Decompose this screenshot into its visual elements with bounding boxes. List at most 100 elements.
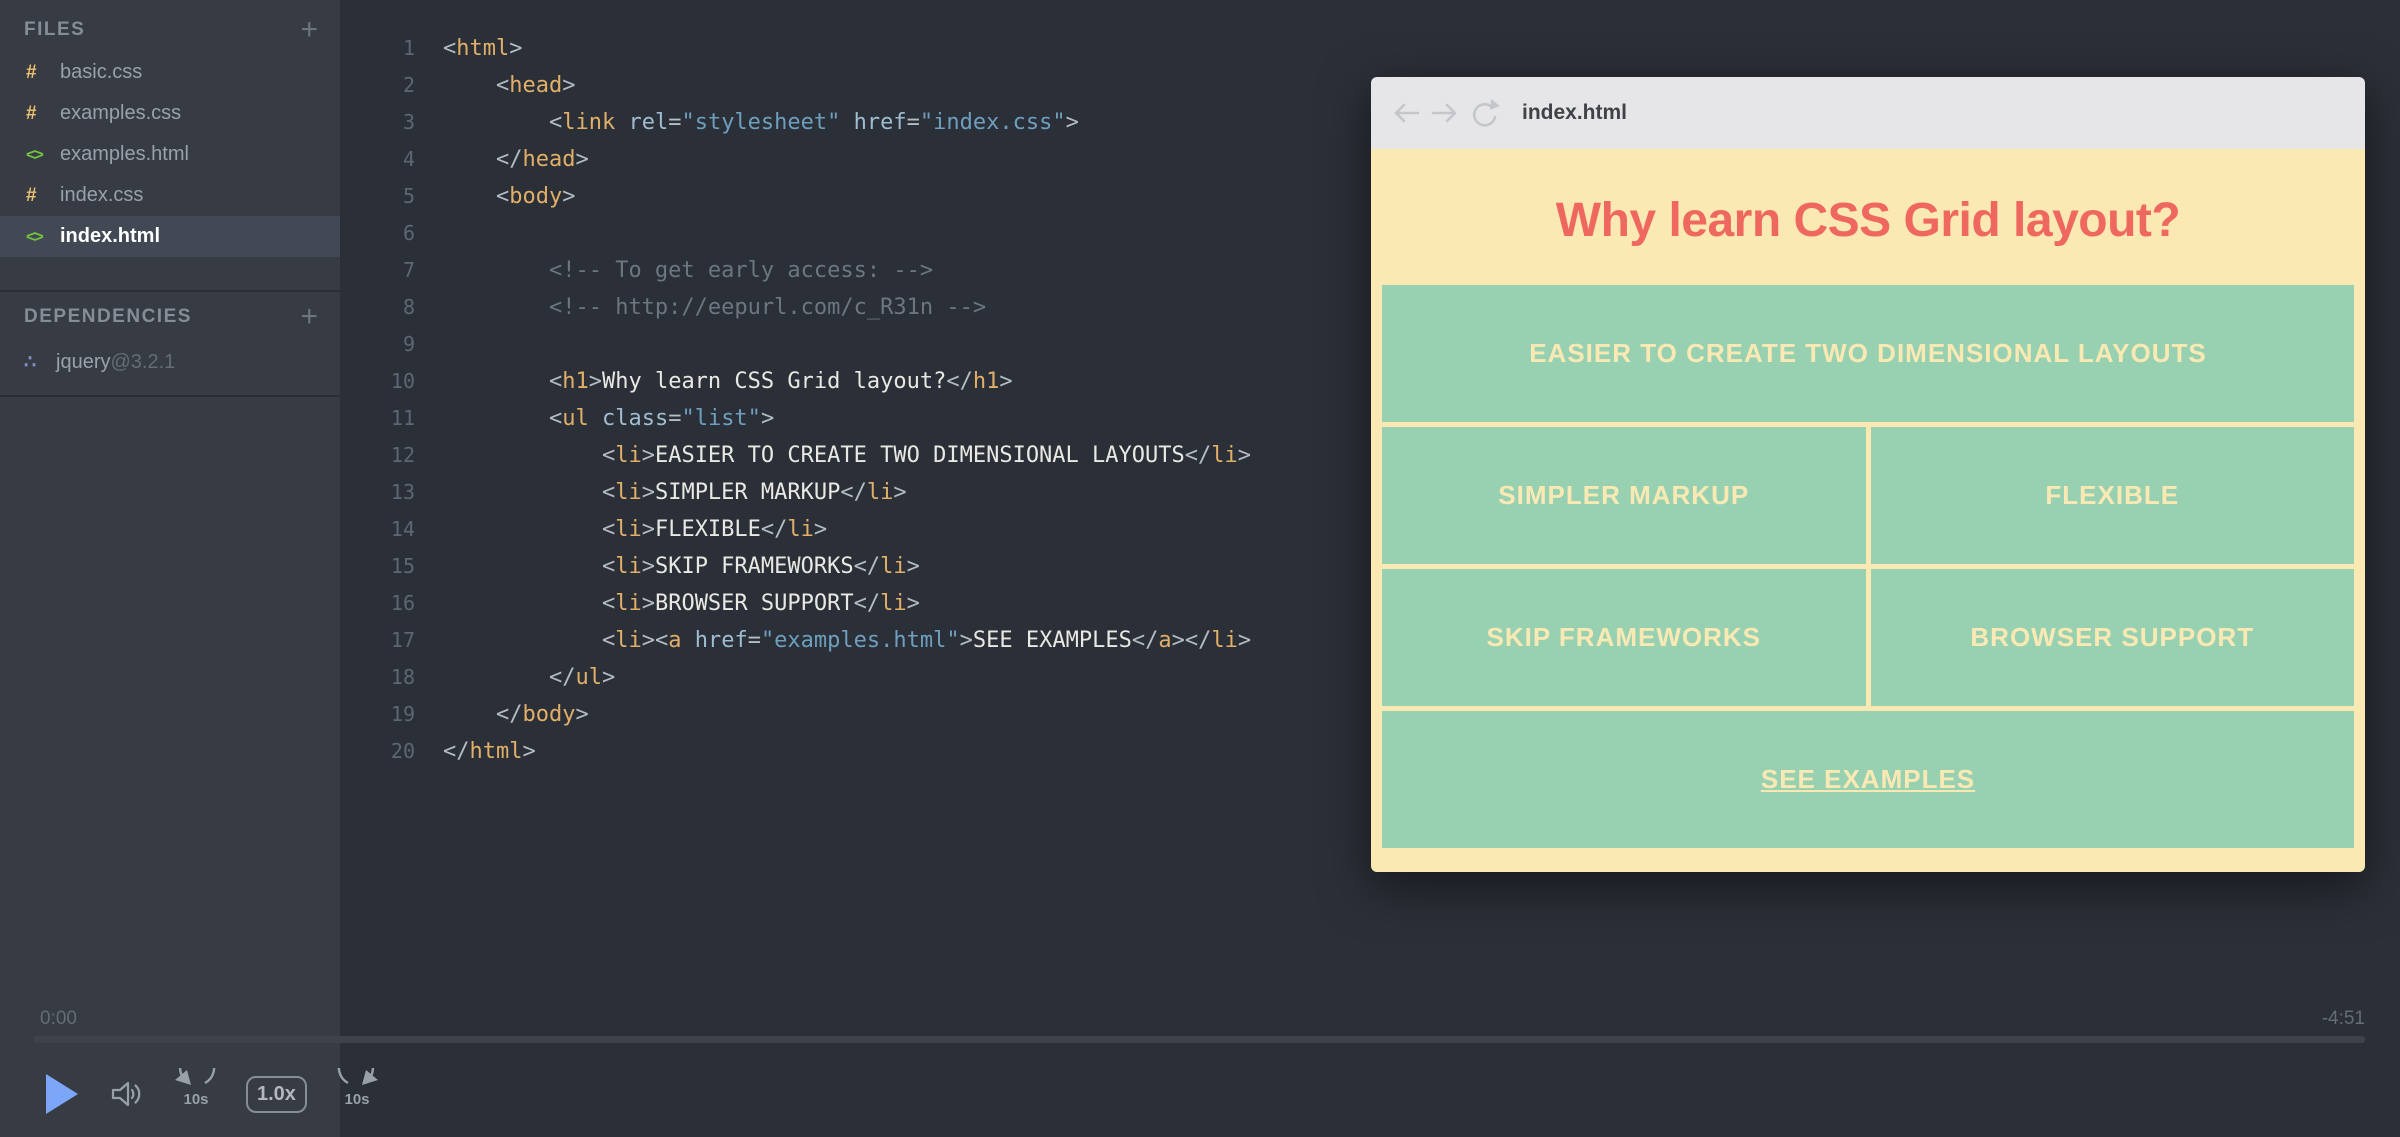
dependency-list: ∴jquery@3.2.1	[0, 342, 340, 383]
code-token: link	[562, 110, 615, 135]
file-list: #basic.css#examples.css<>examples.html#i…	[0, 52, 340, 257]
browser-preview-window: index.html Why learn CSS Grid layout? EA…	[1371, 77, 2365, 872]
code-token: =	[668, 110, 681, 135]
code-token: EASIER TO CREATE TWO DIMENSIONAL LAYOUTS	[655, 443, 1185, 468]
add-file-button[interactable]: +	[300, 15, 318, 45]
code-token: >	[589, 369, 602, 394]
scrimba-screencast-app: FILES + #basic.css#examples.css<>example…	[0, 0, 2400, 1137]
code-token: a	[668, 628, 681, 653]
code-token: </	[1185, 443, 1212, 468]
sidebar-file-basic.css[interactable]: #basic.css	[0, 52, 340, 93]
code-token: rel	[628, 110, 668, 135]
code-token: >	[960, 628, 973, 653]
code-token: "examples.html"	[761, 628, 960, 653]
code-token: </	[549, 665, 576, 690]
code-token: <!-- http://eepurl.com/c_R31n -->	[549, 295, 986, 320]
code-token: >	[522, 739, 535, 764]
skip-back-10s-button[interactable]: 10s	[172, 1068, 220, 1120]
elapsed-time: 0:00	[40, 1008, 77, 1030]
code-token: head	[522, 147, 575, 172]
reload-icon[interactable]	[1469, 98, 1501, 128]
sidebar-file-index.html[interactable]: <>index.html	[0, 216, 340, 257]
playback-speed-button[interactable]: 1.0x	[246, 1076, 307, 1113]
file-name: examples.css	[60, 102, 181, 125]
line-number: 10	[340, 363, 443, 399]
code-token: </	[840, 480, 867, 505]
line-number: 4	[340, 141, 443, 177]
code-token: >	[562, 184, 575, 209]
code-token: SEE EXAMPLES	[973, 628, 1132, 653]
code-token: >	[575, 702, 588, 727]
grid-box-label: SIMPLER MARKUP	[1498, 480, 1749, 511]
code-token: SIMPLER MARKUP	[655, 480, 840, 505]
file-name: examples.html	[60, 143, 189, 166]
code-token: <	[549, 369, 562, 394]
code-token: FLEXIBLE	[655, 517, 761, 542]
page-heading: Why learn CSS Grid layout?	[1371, 149, 2365, 249]
forward-icon[interactable]	[1430, 100, 1460, 126]
code-token: >	[814, 517, 827, 542]
code-token	[443, 702, 496, 727]
code-token: li	[880, 591, 907, 616]
package-icon: ∴	[24, 351, 56, 374]
back-icon[interactable]	[1391, 100, 1421, 126]
code-token	[443, 554, 602, 579]
css-file-icon: #	[26, 185, 60, 207]
grid-box-easier-to-create-two-dimensional-layouts: EASIER TO CREATE TWO DIMENSIONAL LAYOUTS	[1382, 285, 2354, 422]
code-token: h1	[562, 369, 589, 394]
files-header-label: FILES	[24, 19, 300, 41]
files-section-header: FILES +	[0, 8, 340, 52]
code-token: </	[443, 739, 470, 764]
code-token: body	[522, 702, 575, 727]
line-number: 2	[340, 67, 443, 103]
code-token: >	[761, 406, 774, 431]
code-token: <	[496, 73, 509, 98]
code-token: li	[787, 517, 814, 542]
code-token: li	[615, 628, 642, 653]
sidebar-file-examples.html[interactable]: <>examples.html	[0, 134, 340, 175]
line-number: 15	[340, 548, 443, 584]
sidebar-file-examples.css[interactable]: #examples.css	[0, 93, 340, 134]
skip-forward-10s-button[interactable]: 10s	[333, 1068, 381, 1120]
code-token: >	[907, 591, 920, 616]
code-line-1[interactable]: 1<html>	[340, 30, 2400, 67]
code-token: </	[1132, 628, 1159, 653]
code-token	[443, 184, 496, 209]
grid-box-see-examples[interactable]: SEE EXAMPLES	[1382, 711, 2354, 848]
code-token: >	[1172, 628, 1185, 653]
code-token: >	[893, 480, 906, 505]
preview-toolbar: index.html	[1371, 77, 2365, 149]
line-number: 8	[340, 289, 443, 325]
code-token: href	[695, 628, 748, 653]
timeline-scrubber[interactable]	[34, 1036, 2365, 1043]
grid-box-label: SKIP FRAMEWORKS	[1486, 622, 1761, 653]
code-token: "index.css"	[920, 110, 1066, 135]
dependency-name: jquery	[56, 351, 110, 374]
code-token: li	[615, 480, 642, 505]
add-dependency-button[interactable]: +	[300, 302, 318, 332]
dependency-jquery[interactable]: ∴jquery@3.2.1	[0, 342, 340, 383]
code-token: </	[854, 591, 881, 616]
line-number: 12	[340, 437, 443, 473]
code-token: li	[1211, 443, 1238, 468]
line-number: 19	[340, 696, 443, 732]
see-examples-link[interactable]: SEE EXAMPLES	[1761, 764, 1975, 795]
line-number: 11	[340, 400, 443, 436]
code-token: li	[615, 554, 642, 579]
code-token	[589, 406, 602, 431]
grid-box-skip-frameworks: SKIP FRAMEWORKS	[1382, 569, 1866, 706]
code-token: "list"	[681, 406, 760, 431]
code-token: >	[642, 554, 655, 579]
css-file-icon: #	[26, 62, 60, 84]
sidebar: FILES + #basic.css#examples.css<>example…	[0, 0, 340, 1137]
code-token: Why learn CSS Grid layout?	[602, 369, 946, 394]
code-token: >	[642, 591, 655, 616]
code-token: =	[748, 628, 761, 653]
css-grid: EASIER TO CREATE TWO DIMENSIONAL LAYOUTS…	[1382, 285, 2354, 848]
code-token: <	[602, 591, 615, 616]
sidebar-file-index.css[interactable]: #index.css	[0, 175, 340, 216]
volume-icon[interactable]	[110, 1079, 146, 1109]
code-token: <	[602, 443, 615, 468]
play-button[interactable]	[46, 1074, 78, 1114]
line-number: 7	[340, 252, 443, 288]
